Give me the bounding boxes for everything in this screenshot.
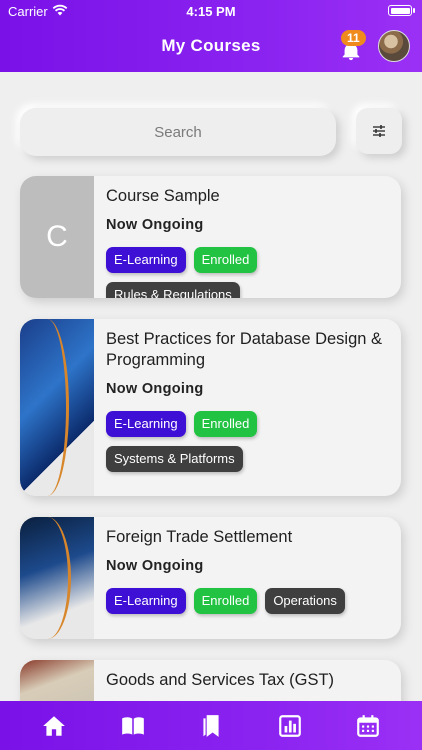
home-icon[interactable] (41, 713, 67, 739)
tag-enrolled: Enrolled (193, 588, 258, 614)
clock: 4:15 PM (186, 4, 236, 19)
course-tags: E-Learning Enrolled Operations (106, 588, 389, 614)
tag-enrolled: Enrolled (193, 411, 258, 437)
course-title: Best Practices for Database Design & Pro… (106, 330, 383, 369)
bar-chart-icon[interactable] (277, 713, 303, 739)
tab-bar (0, 701, 422, 750)
bookmark-icon[interactable] (198, 713, 224, 739)
course-content: Course Sample Now Ongoing E-Learning Enr… (106, 186, 389, 298)
tag-category: Operations (265, 588, 345, 614)
course-thumbnail: C (20, 176, 94, 298)
search-input[interactable]: Search (20, 108, 336, 156)
course-status: Now Ongoing (106, 217, 204, 233)
course-card[interactable]: C Course Sample Now Ongoing E-Learning E… (20, 176, 401, 298)
battery-icon (388, 5, 415, 16)
header: Carrier 4:15 PM My Courses 11 (0, 0, 422, 72)
status-bar: Carrier 4:15 PM (0, 0, 422, 22)
course-status: Now Ongoing (106, 558, 204, 574)
course-tags: E-Learning Enrolled Rules & Regulations (106, 247, 389, 298)
avatar[interactable] (378, 30, 410, 62)
course-card[interactable]: Foreign Trade Settlement Now Ongoing E-L… (20, 517, 401, 639)
course-thumbnail (20, 319, 94, 496)
course-tags: E-Learning Enrolled Systems & Platforms (106, 411, 389, 472)
course-title: Goods and Services Tax (GST) (106, 671, 335, 689)
course-title: Course Sample (106, 187, 220, 205)
tag-elearning: E-Learning (106, 411, 186, 437)
course-content: Best Practices for Database Design & Pro… (106, 329, 389, 472)
course-status: Now Ongoing (106, 381, 204, 397)
thumbnail-letter: C (46, 220, 68, 253)
course-card[interactable]: Best Practices for Database Design & Pro… (20, 319, 401, 496)
calendar-icon[interactable] (355, 713, 381, 739)
filter-button[interactable] (356, 108, 402, 154)
tag-category: Systems & Platforms (106, 446, 243, 472)
course-title: Foreign Trade Settlement (106, 528, 293, 546)
course-content: Foreign Trade Settlement Now Ongoing E-L… (106, 527, 389, 614)
course-content: Goods and Services Tax (GST) (106, 670, 389, 691)
tag-elearning: E-Learning (106, 588, 186, 614)
course-thumbnail (20, 517, 94, 639)
tag-elearning: E-Learning (106, 247, 186, 273)
book-icon[interactable] (120, 713, 146, 739)
tag-enrolled: Enrolled (193, 247, 258, 273)
notification-badge: 11 (341, 30, 366, 46)
tag-category: Rules & Regulations (106, 282, 240, 298)
sliders-icon (373, 125, 385, 137)
notifications-button[interactable]: 11 (336, 30, 366, 62)
